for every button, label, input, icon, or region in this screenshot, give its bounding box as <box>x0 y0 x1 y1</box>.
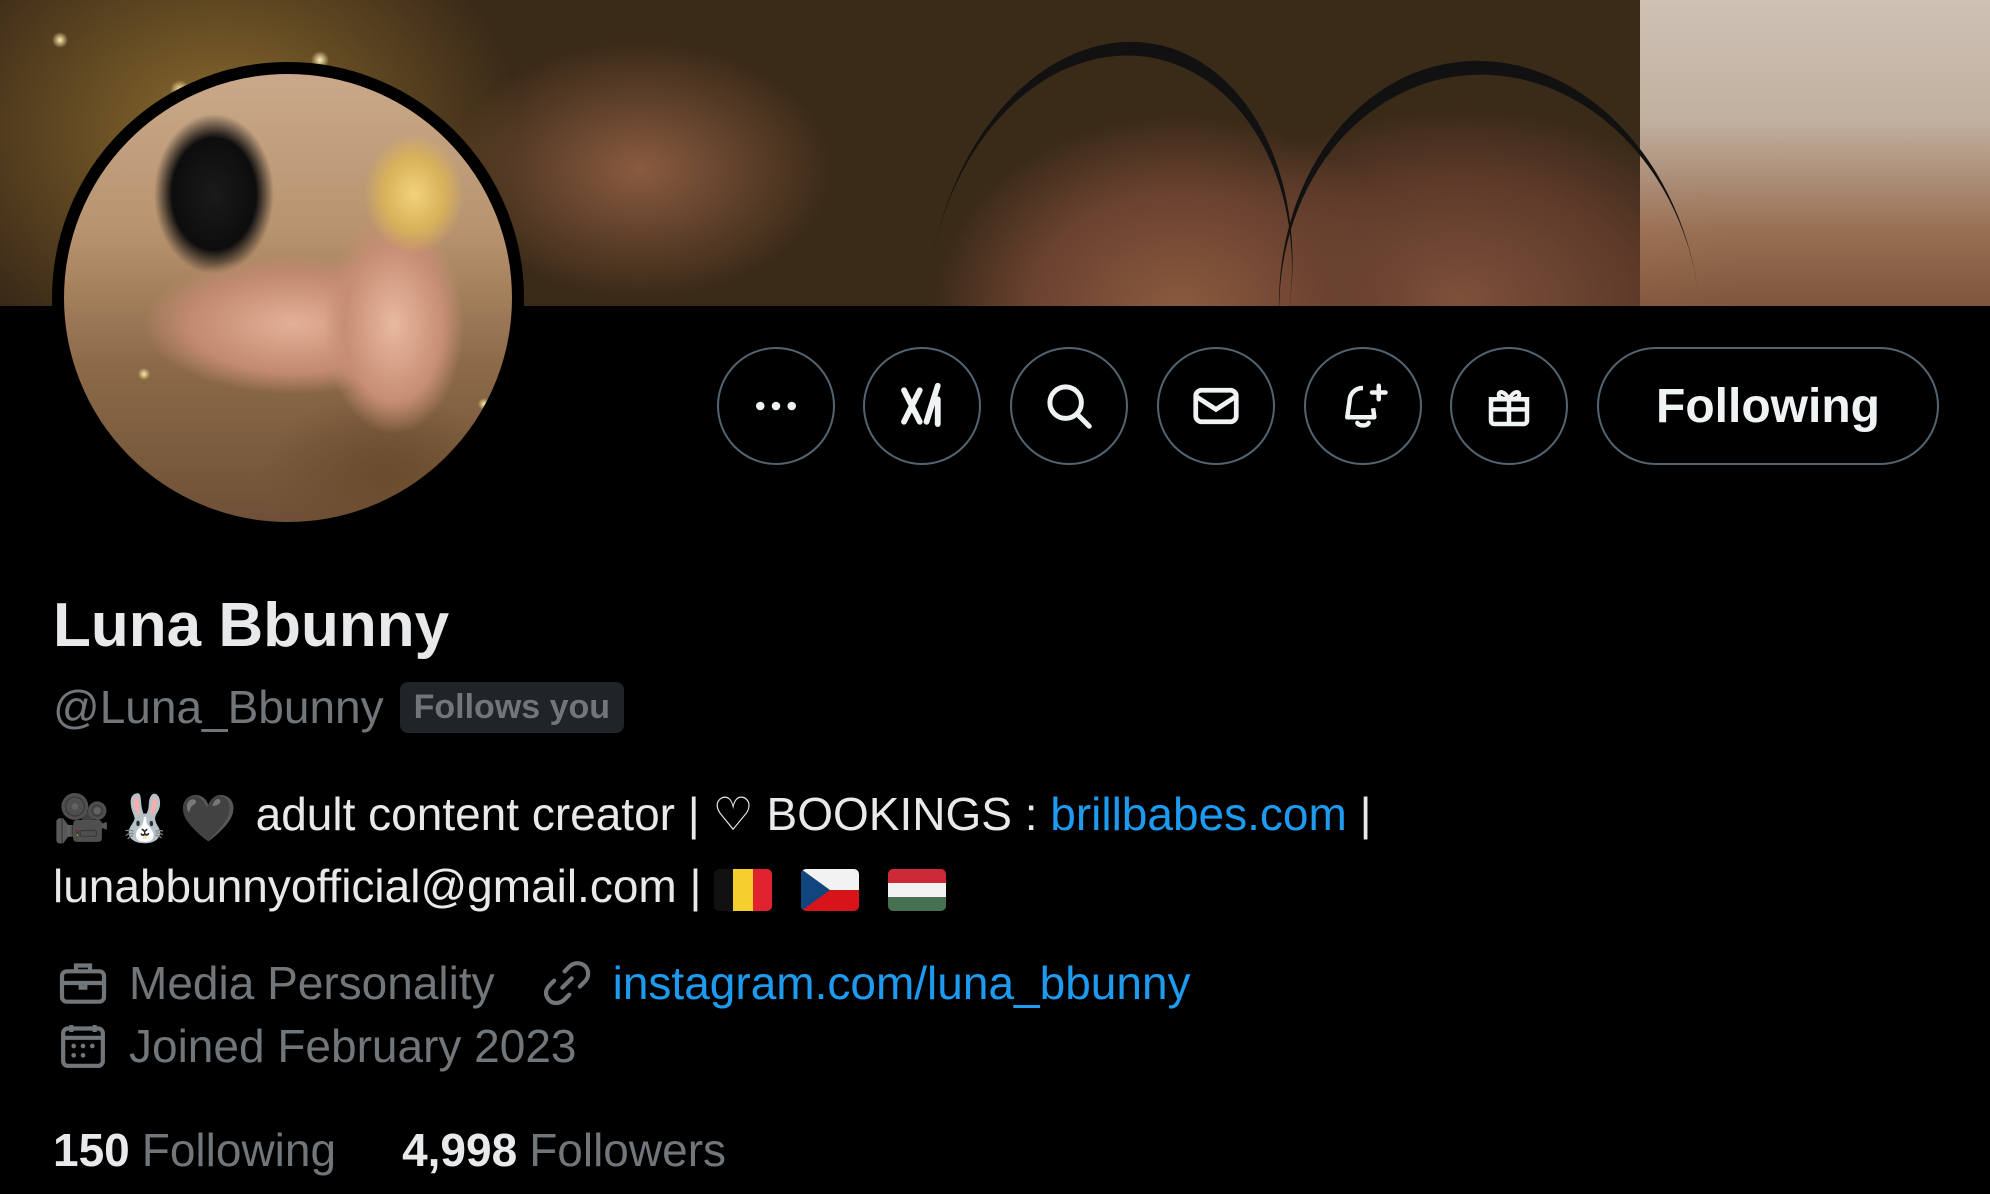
belgium-flag <box>714 868 773 911</box>
joined-row: Joined February 2023 <box>55 1018 577 1074</box>
banner-background <box>1640 0 1990 306</box>
followers-count: 4,998 <box>402 1124 518 1176</box>
gift-button[interactable] <box>1450 347 1568 465</box>
movie-camera-emoji: 🎥 <box>53 791 111 844</box>
grok-button[interactable] <box>863 347 981 465</box>
notifications-button[interactable] <box>1304 347 1422 465</box>
grok-icon <box>901 382 941 427</box>
search-icon <box>1047 384 1092 429</box>
black-heart-emoji: 🖤 <box>179 791 237 844</box>
bell-plus-icon <box>1345 383 1388 428</box>
bio-text-2: | <box>1346 788 1372 840</box>
more-horizontal-icon <box>755 401 797 411</box>
bio-email: lunabbunnyofficial@gmail.com | <box>53 859 715 912</box>
profile-avatar[interactable] <box>52 62 524 534</box>
profile-stats: 150 Following 4,998 Followers <box>53 1123 792 1177</box>
following-stat-link[interactable]: 150 Following <box>53 1123 336 1177</box>
profile-bio: 🎥 🐰 🖤 adult content creator | ♡ BOOKINGS :… <box>53 780 1933 920</box>
profile-category: Media Personality <box>129 957 495 1009</box>
following-count: 150 <box>53 1124 130 1176</box>
bio-line-1: 🎥 🐰 🖤 adult content creator | ♡ BOOKINGS :… <box>53 780 1933 852</box>
banner-strap-left <box>889 12 1331 306</box>
czech-flag <box>801 868 860 911</box>
bio-line-2: lunabbunnyofficial@gmail.com | <box>53 852 1933 920</box>
briefcase-icon <box>59 963 107 1004</box>
follows-you-badge: Follows you <box>399 681 625 733</box>
profile-joined-date: Joined February 2023 <box>129 1020 577 1072</box>
profile-meta-row: Media Personality instagram.com/luna_bbu… <box>55 955 1191 1011</box>
envelope-icon <box>1193 387 1239 425</box>
gift-icon <box>1488 390 1530 427</box>
bio-bookings-link[interactable]: brillbabes.com <box>1050 788 1347 840</box>
link-icon <box>543 961 590 1006</box>
following-button[interactable]: Following <box>1597 347 1939 465</box>
hungary-flag <box>887 868 946 911</box>
profile-handle: @Luna_Bbunny <box>53 681 384 733</box>
rabbit-face-emoji: 🐰 <box>116 791 174 844</box>
bio-text-1: adult content creator | ♡ BOOKINGS : <box>255 788 1051 840</box>
search-profile-button[interactable] <box>1010 347 1128 465</box>
profile-page: Following Luna Bbunny @Luna_Bbunny Follo… <box>0 0 1990 1194</box>
handle-row: @Luna_Bbunny Follows you <box>53 680 625 734</box>
profile-display-name: Luna Bbunny <box>53 591 450 660</box>
profile-website-link[interactable]: instagram.com/luna_bbunny <box>613 956 1191 1010</box>
followers-stat-label: Followers <box>529 1124 727 1176</box>
following-stat-label: Following <box>141 1124 337 1176</box>
message-button[interactable] <box>1157 347 1275 465</box>
more-button[interactable] <box>717 347 835 465</box>
followers-stat-link[interactable]: 4,998 Followers <box>402 1123 726 1177</box>
calendar-icon <box>61 1025 105 1068</box>
